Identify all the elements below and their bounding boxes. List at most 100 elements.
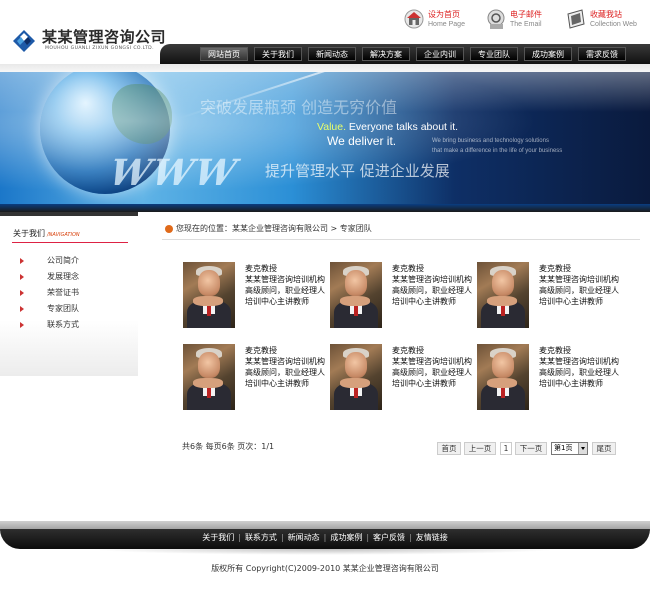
expert-name[interactable]: 麦克教授 xyxy=(392,345,424,356)
photo-hands xyxy=(487,378,517,388)
sidebar-item-philosophy[interactable]: 发展理念 xyxy=(20,269,130,285)
banner-value-text: Everyone talks about it. xyxy=(346,121,459,133)
arrow-right-icon xyxy=(20,274,24,280)
footer-sep: | xyxy=(323,533,327,542)
photo-face xyxy=(345,270,367,296)
expert-photo[interactable] xyxy=(183,344,235,410)
footer-link-friends[interactable]: 友情链接 xyxy=(416,533,448,542)
quick-link-home[interactable]: 设为首页 Home Page xyxy=(404,6,474,34)
nav-underline xyxy=(0,64,650,72)
banner-www: WWW xyxy=(105,152,242,194)
quick-link-label: 设为首页 xyxy=(428,10,460,19)
expert-name[interactable]: 麦克教授 xyxy=(392,263,424,274)
expert-photo[interactable] xyxy=(330,344,382,410)
expert-desc: 某某管理咨询培训机构高级顾问，职业经理人培训中心主讲教师 xyxy=(539,357,619,388)
chevron-down-icon[interactable] xyxy=(578,443,587,454)
breadcrumb: 您现在的位置：某某企业管理咨询有限公司 > 专家团队 xyxy=(165,222,372,236)
sidebar-item-contact[interactable]: 联系方式 xyxy=(20,317,130,333)
breadcrumb-home[interactable]: 某某企业管理咨询有限公司 xyxy=(232,224,328,233)
nav-team[interactable]: 专业团队 xyxy=(470,47,518,61)
banner-deliver: We deliver it. xyxy=(327,134,397,148)
footer-sep: | xyxy=(366,533,370,542)
expert-desc: 某某管理咨询培训机构高级顾问，职业经理人培训中心主讲教师 xyxy=(245,357,325,388)
photo-face xyxy=(492,352,514,378)
logo-diamond-icon xyxy=(13,30,35,52)
current-page-number[interactable]: 1 xyxy=(500,442,512,455)
sidebar-divider xyxy=(12,242,128,243)
footer-link-news[interactable]: 新闻动态 xyxy=(288,533,320,542)
sidebar: 关于我们/NAVIGATION 公司简介 发展理念 荣誉证书 专家团队 联系方式 xyxy=(0,216,138,376)
sidebar-item-label: 发展理念 xyxy=(47,272,79,281)
quick-link-sub: The Email xyxy=(510,21,542,28)
expert-desc: 某某管理咨询培训机构高级顾问，职业经理人培训中心主讲教师 xyxy=(245,275,325,306)
photo-hands xyxy=(193,378,223,388)
footer-link-feedback[interactable]: 客户反馈 xyxy=(373,533,405,542)
banner-slogan-1: 突破发展瓶颈 创造无穷价值 xyxy=(200,98,398,117)
photo-face xyxy=(345,352,367,378)
sidebar-item-experts[interactable]: 专家团队 xyxy=(20,301,130,317)
nav-training[interactable]: 企业内训 xyxy=(416,47,464,61)
photo-hands xyxy=(340,378,370,388)
pagination-info: 共6条 每页6条 页次：1/1 xyxy=(182,442,275,451)
expert-desc: 某某管理咨询培训机构高级顾问，职业经理人培训中心主讲教师 xyxy=(539,275,619,306)
next-page-button[interactable]: 下一页 xyxy=(515,442,547,455)
arrow-right-icon xyxy=(20,306,24,312)
expert-photo[interactable] xyxy=(330,262,382,328)
footer-sep: | xyxy=(409,533,412,542)
expert-name[interactable]: 麦克教授 xyxy=(539,345,571,356)
email-icon xyxy=(487,9,505,29)
sidebar-title-en: /NAVIGATION xyxy=(47,232,80,238)
expert-name[interactable]: 麦克教授 xyxy=(539,263,571,274)
banner-small-1: We bring business and technology solutio… xyxy=(432,138,549,144)
quick-link-favorite[interactable]: 收藏我站 Collection Web xyxy=(566,6,637,34)
expert-desc: 某某管理咨询培训机构高级顾问，职业经理人培训中心主讲教师 xyxy=(392,275,472,306)
footer-link-about[interactable]: 关于我们 xyxy=(202,533,234,542)
hero-banner: WWW 突破发展瓶颈 创造无穷价值 Value. Everyone talks … xyxy=(0,72,650,212)
sidebar-item-label: 荣誉证书 xyxy=(47,288,79,297)
sidebar-item-intro[interactable]: 公司简介 xyxy=(20,253,130,269)
sidebar-item-certificates[interactable]: 荣誉证书 xyxy=(20,285,130,301)
banner-glow xyxy=(0,72,650,212)
nav-news[interactable]: 新闻动态 xyxy=(308,47,356,61)
expert-photo[interactable] xyxy=(183,262,235,328)
photo-hands xyxy=(340,296,370,306)
prev-page-button[interactable]: 上一页 xyxy=(464,442,496,455)
footer-link-contact[interactable]: 联系方式 xyxy=(245,533,277,542)
expert-card[interactable]: 麦克教授 某某管理咨询培训机构高级顾问，职业经理人培训中心主讲教师 xyxy=(477,262,619,330)
logo[interactable]: 某某管理咨询公司 MOUHOU GUANLI ZIXUN GONGSI CO.L… xyxy=(13,26,183,56)
banner-value-word: Value. xyxy=(317,121,346,133)
quick-link-email[interactable]: 电子邮件 The Email xyxy=(486,6,556,34)
expert-photo[interactable] xyxy=(477,344,529,410)
banner-slogan-2: 提升管理水平 促进企业发展 xyxy=(265,162,450,180)
expert-name[interactable]: 麦克教授 xyxy=(245,263,277,274)
nav-home[interactable]: 网站首页 xyxy=(200,47,248,61)
footer-link-cases[interactable]: 成功案例 xyxy=(330,533,362,542)
expert-card[interactable]: 麦克教授 某某管理咨询培训机构高级顾问，职业经理人培训中心主讲教师 xyxy=(183,262,325,330)
expert-card[interactable]: 麦克教授 某某管理咨询培训机构高级顾问，职业经理人培训中心主讲教师 xyxy=(477,344,619,412)
copyright: 版权所有 Copyright(C)2009-2010 某某企业管理咨询有限公司 xyxy=(211,564,439,573)
expert-photo[interactable] xyxy=(477,262,529,328)
nav-feedback[interactable]: 需求反馈 xyxy=(578,47,626,61)
expert-card[interactable]: 麦克教授 某某管理咨询培训机构高级顾问，职业经理人培训中心主讲教师 xyxy=(330,262,472,330)
breadcrumb-prefix: 您现在的位置： xyxy=(176,224,232,233)
last-page-button[interactable]: 尾页 xyxy=(592,442,616,455)
folder-icon xyxy=(567,9,585,29)
nav-cases[interactable]: 成功案例 xyxy=(524,47,572,61)
photo-face xyxy=(492,270,514,296)
first-page-button[interactable]: 首页 xyxy=(437,442,461,455)
expert-card[interactable]: 麦克教授 某某管理咨询培训机构高级顾问，职业经理人培训中心主讲教师 xyxy=(330,344,472,412)
expert-card[interactable]: 麦克教授 某某管理咨询培训机构高级顾问，职业经理人培训中心主讲教师 xyxy=(183,344,325,412)
photo-face xyxy=(198,270,220,296)
page-select[interactable]: 第1页 xyxy=(551,442,588,455)
nav-about[interactable]: 关于我们 xyxy=(254,47,302,61)
expert-name[interactable]: 麦克教授 xyxy=(245,345,277,356)
nav-solutions[interactable]: 解决方案 xyxy=(362,47,410,61)
banner-value-line: Value. Everyone talks about it. xyxy=(317,121,458,133)
quick-link-sub: Collection Web xyxy=(590,21,637,28)
photo-face xyxy=(198,352,220,378)
banner-bottom-bar xyxy=(0,204,650,212)
footer-sep: | xyxy=(238,533,241,542)
main-nav: 网站首页 关于我们 新闻动态 解决方案 企业内训 专业团队 成功案例 需求反馈 xyxy=(160,44,650,64)
arrow-right-icon xyxy=(20,258,24,264)
sidebar-item-label: 联系方式 xyxy=(47,320,79,329)
